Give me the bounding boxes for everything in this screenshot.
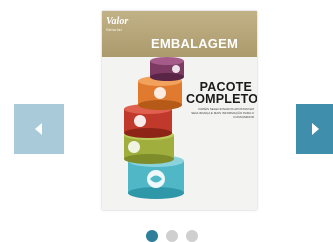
pagination-dots <box>146 230 198 242</box>
next-slide-button[interactable] <box>296 104 333 154</box>
brand-subtitle: Setorial <box>106 27 122 32</box>
pagination-dot-3[interactable] <box>186 230 198 242</box>
pagination-dot-2[interactable] <box>166 230 178 242</box>
brand-logo: Valor Setorial <box>106 17 128 33</box>
brand-name: Valor <box>106 16 129 27</box>
pagination-dot-1[interactable] <box>146 230 158 242</box>
magazine-cover[interactable]: Valor Setorial EMBALAGEM PACOTE COMPLETO… <box>102 11 257 210</box>
cover-subhead: PAPÉIS SELECIONADOS APOSTAM EM SEGURANÇA… <box>191 107 254 119</box>
headline-line-2: COMPLETO <box>186 92 257 106</box>
chevron-right-icon <box>311 123 319 135</box>
cover-headline: PACOTE COMPLETO <box>186 81 257 106</box>
cover-section-title: EMBALAGEM <box>151 36 239 51</box>
previous-slide-button[interactable] <box>14 104 64 154</box>
chevron-left-icon <box>35 123 42 135</box>
stacked-cans-illustration <box>124 57 184 199</box>
magazine-carousel: Valor Setorial EMBALAGEM PACOTE COMPLETO… <box>0 0 333 242</box>
